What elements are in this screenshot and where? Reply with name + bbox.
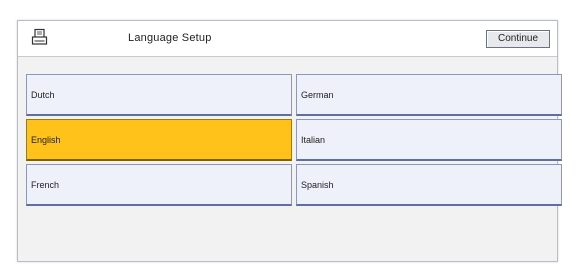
language-button-spanish[interactable]: Spanish bbox=[296, 164, 562, 206]
language-button-english[interactable]: English bbox=[26, 119, 292, 161]
language-button-german[interactable]: German bbox=[296, 74, 562, 116]
continue-button[interactable]: Continue bbox=[486, 30, 550, 48]
language-button-french[interactable]: French bbox=[26, 164, 292, 206]
printer-icon bbox=[31, 28, 48, 45]
page-title: Language Setup bbox=[128, 32, 212, 44]
header-bar: Language Setup Continue bbox=[18, 21, 557, 57]
language-setup-panel: Language Setup Continue Dutch German Eng… bbox=[17, 20, 562, 262]
language-button-dutch[interactable]: Dutch bbox=[26, 74, 292, 116]
language-button-italian[interactable]: Italian bbox=[296, 119, 562, 161]
